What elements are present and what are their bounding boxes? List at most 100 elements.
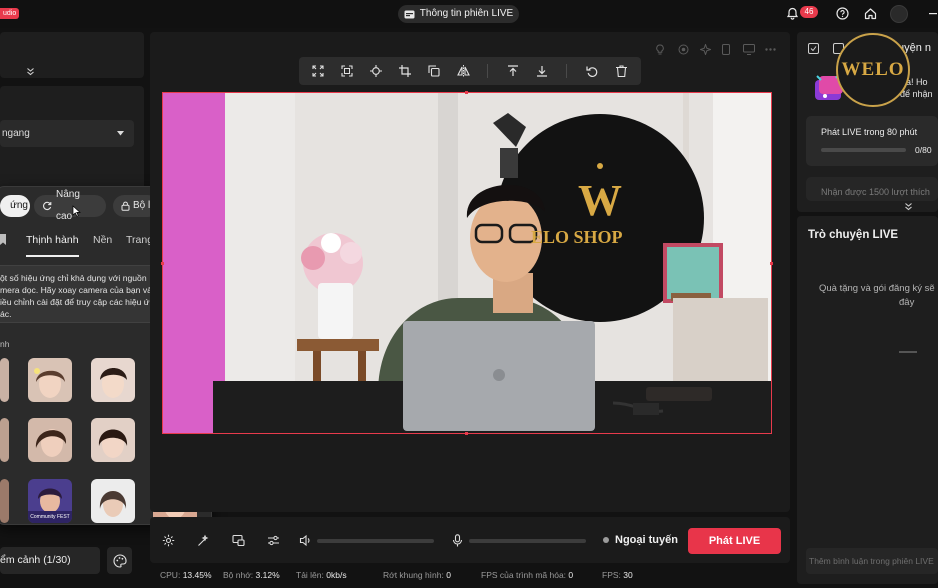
effect-thumbnail[interactable] xyxy=(28,418,72,462)
notice-line: ột số hiệu ứng chỉ khả dụng với nguồn xyxy=(0,273,147,283)
mic-volume-slider[interactable] xyxy=(469,539,586,543)
center-align-icon[interactable] xyxy=(366,61,386,81)
undo-icon[interactable] xyxy=(582,61,602,81)
bell-icon[interactable] xyxy=(783,4,801,22)
effect-thumbnail-community[interactable]: Community FEST xyxy=(28,479,72,523)
trash-icon[interactable] xyxy=(611,61,631,81)
resize-grip[interactable] xyxy=(899,351,917,353)
go-live-button[interactable]: Phát LIVE xyxy=(688,528,781,554)
screen-share-icon[interactable] xyxy=(229,531,247,549)
effect-thumbnail[interactable] xyxy=(91,358,135,402)
status-dot xyxy=(603,537,609,543)
subtab-active-indicator xyxy=(26,255,79,257)
monitor-icon[interactable] xyxy=(743,44,755,55)
mission-progress-track xyxy=(821,148,906,152)
minimize-icon[interactable] xyxy=(924,4,938,22)
avatar[interactable] xyxy=(890,5,908,23)
expand-icon[interactable] xyxy=(308,61,328,81)
chat-empty-text: đây xyxy=(899,297,915,308)
effect-thumbnail[interactable] xyxy=(91,418,135,462)
subtab-background[interactable]: Nền xyxy=(93,234,112,246)
lock-icon xyxy=(121,201,130,211)
caret-down-icon xyxy=(117,131,124,136)
bookmark-icon[interactable] xyxy=(0,234,6,245)
sliders-icon[interactable] xyxy=(264,531,282,549)
stat-value: 30 xyxy=(623,570,633,580)
tab-effects[interactable]: ứng xyxy=(0,195,30,217)
orientation-select[interactable]: ngang xyxy=(0,120,134,147)
effect-thumbnail[interactable] xyxy=(0,418,9,462)
stat-value: 0 xyxy=(446,570,451,580)
stat-value: 0 xyxy=(568,570,574,580)
effect-thumbnail[interactable] xyxy=(0,358,9,402)
refresh-icon xyxy=(42,201,52,211)
microphone-icon[interactable] xyxy=(448,531,466,549)
bring-to-front-icon[interactable] xyxy=(503,61,523,81)
flip-horizontal-icon[interactable] xyxy=(453,61,473,81)
resize-handle[interactable] xyxy=(161,262,164,265)
speaker-icon[interactable] xyxy=(296,531,314,549)
speaker-volume-slider[interactable] xyxy=(317,539,434,543)
send-to-back-icon[interactable] xyxy=(532,61,552,81)
cpu-stat: CPU: 13.45% xyxy=(160,570,212,580)
target-icon[interactable] xyxy=(678,44,689,55)
welo-watermark-logo: WELO xyxy=(836,33,910,107)
tab-advanced[interactable]: Nâng cao xyxy=(34,189,106,222)
settings-gear-icon[interactable] xyxy=(159,531,177,549)
stat-label: FPS của trình mã hóa: xyxy=(481,570,567,580)
dropped-frames-stat: Rớt khung hình: 0 xyxy=(383,570,451,580)
magic-wand-icon[interactable] xyxy=(194,531,212,549)
effect-thumbnail[interactable] xyxy=(91,479,135,523)
chat-input[interactable]: Thêm bình luận trong phiên LIVE xyxy=(806,548,938,574)
promo-line: để nhận xyxy=(900,89,933,99)
camera-preview[interactable]: W ELO SHOP xyxy=(162,92,772,434)
resize-handle[interactable] xyxy=(770,262,773,265)
memory-stat: Bộ nhớ: 3.12% xyxy=(223,570,280,580)
session-title: Thông tin phiên LIVE xyxy=(419,8,514,19)
subtab-trending[interactable]: Thịnh hành xyxy=(26,234,79,246)
scene-count-button[interactable]: ểm cảnh (1/30) xyxy=(0,547,100,574)
mission-card[interactable] xyxy=(806,116,938,166)
effect-thumbnail[interactable] xyxy=(28,358,72,402)
mission-card[interactable]: Nhận được 1500 lượt thích xyxy=(806,177,938,201)
duplicate-icon[interactable] xyxy=(424,61,444,81)
phone-icon[interactable] xyxy=(722,44,730,55)
chevron-double-down-icon[interactable] xyxy=(904,202,913,211)
fit-screen-icon[interactable] xyxy=(337,61,357,81)
stream-status: Ngoại tuyến xyxy=(603,534,678,546)
mission-progress-text: 0/80 xyxy=(915,145,932,155)
studio-badge: udio xyxy=(0,8,20,19)
checklist-icon xyxy=(808,43,819,54)
notice-line: ác. xyxy=(0,309,12,319)
effect-thumbnail[interactable] xyxy=(0,479,9,523)
resize-handle[interactable] xyxy=(465,432,468,435)
encoder-fps-stat: FPS của trình mã hóa: 0 xyxy=(481,570,573,580)
home-icon[interactable] xyxy=(861,4,879,22)
help-icon[interactable] xyxy=(833,4,851,22)
toolbar-divider xyxy=(566,64,567,78)
chevron-double-down-icon[interactable] xyxy=(26,67,35,76)
palette-button[interactable] xyxy=(107,547,132,574)
stat-value: 0kb/s xyxy=(326,570,347,580)
svg-text:W: W xyxy=(578,176,622,225)
live-chat-panel xyxy=(797,216,938,584)
session-info-button[interactable]: Thông tin phiên LIVE xyxy=(398,5,519,23)
thumb-caption: Community FEST xyxy=(30,514,70,520)
stat-label: Tải lên: xyxy=(296,570,324,580)
stat-value: 3.12% xyxy=(255,570,280,580)
toolbar-divider xyxy=(487,64,488,78)
status-bar: CPU: 13.45% Bộ nhớ: 3.12% Tải lên: 0kb/s… xyxy=(150,566,790,584)
cursor-icon xyxy=(72,205,81,217)
left-top-panel xyxy=(0,32,144,78)
more-icon[interactable] xyxy=(765,48,776,51)
sparkle-icon[interactable] xyxy=(700,44,711,55)
lightbulb-icon[interactable] xyxy=(655,44,665,55)
chat-empty-text: Quà tặng và gói đăng ký sẽ xyxy=(819,283,935,294)
crop-icon[interactable] xyxy=(395,61,415,81)
mission-title: Phát LIVE trong 80 phút xyxy=(821,127,918,137)
stat-label: FPS: xyxy=(602,570,621,580)
resize-handle[interactable] xyxy=(465,91,468,94)
notification-badge: 46 xyxy=(800,6,818,18)
mission-title: Nhận được 1500 lượt thích xyxy=(821,187,930,197)
upload-stat: Tải lên: 0kb/s xyxy=(296,570,347,580)
